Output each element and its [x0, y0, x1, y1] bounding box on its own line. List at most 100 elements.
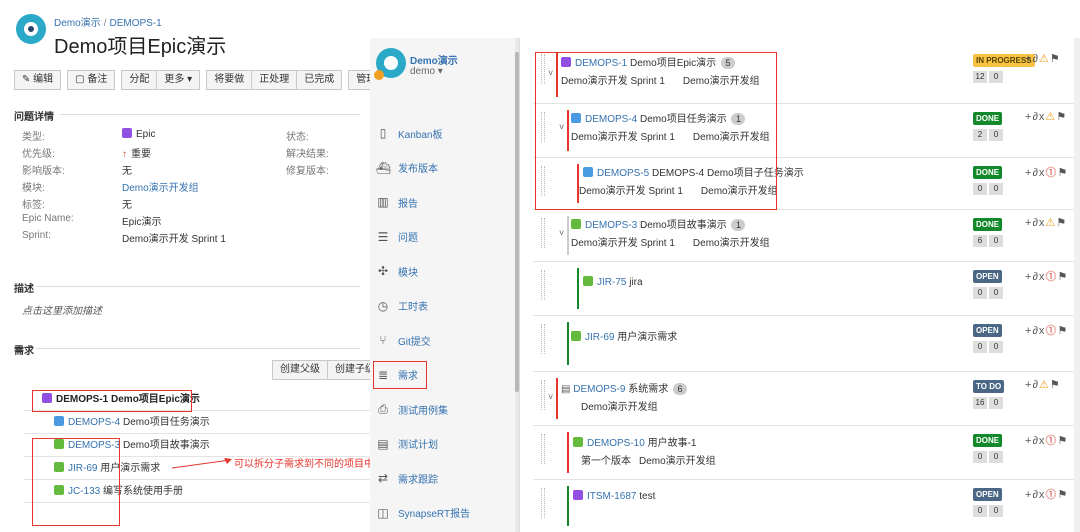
warning-icon[interactable]: ⚠	[1045, 217, 1056, 229]
error-icon[interactable]: ⓵	[1045, 167, 1057, 179]
sidebar-item-label: SynapseRT报告	[398, 509, 471, 521]
flag-icon[interactable]: ⚑	[1057, 167, 1068, 179]
flag-icon[interactable]: ⚑	[1056, 217, 1067, 229]
highlight-box	[32, 390, 192, 412]
count-box: 0	[973, 505, 987, 517]
status-badge: TO DO	[973, 380, 1005, 393]
more-button[interactable]: 更多 ▾	[157, 70, 201, 90]
sidebar-item-timesheet[interactable]: ◷ 工时表	[370, 289, 520, 324]
flag-icon[interactable]: ⚑	[1056, 111, 1067, 123]
drag-handle[interactable]	[541, 270, 545, 300]
sidebar-item-synapsert-reports[interactable]: ◫ SynapseRT报告	[370, 496, 520, 531]
breadcrumb-issue-link[interactable]: DEMOPS-1	[109, 18, 161, 29]
sidebar-item-traceability[interactable]: ⇄ 需求跟踪	[370, 461, 520, 496]
drag-handle[interactable]	[541, 218, 545, 248]
table-row[interactable]: ITSM-1687 test OPEN 00 +∂x⓵⚑	[533, 480, 1078, 532]
sidebar-item-test-plans[interactable]: ▤ 测试计划	[370, 427, 520, 462]
story-icon	[573, 437, 583, 447]
sidebar-item-label: 测试用例集	[398, 405, 448, 417]
issue-key-link[interactable]: DEMOPS-3	[585, 220, 637, 231]
report-icon: ◫	[377, 505, 389, 520]
requirements-toolbar: 创建父级 创建子级	[272, 360, 370, 380]
comment-button[interactable]: ▢ 备注	[67, 70, 116, 90]
detail-row-priority: 优先级: ↑ 重要 解决结果:	[22, 145, 367, 162]
breadcrumb-project-link[interactable]: Demo演示	[54, 18, 101, 29]
done-button[interactable]: 已完成	[297, 70, 343, 90]
flag-icon[interactable]: ⚑	[1057, 325, 1068, 337]
count-box: 0	[989, 397, 1003, 409]
row-actions: +∂⚠⚑	[1025, 378, 1061, 391]
project-avatar[interactable]	[16, 14, 46, 44]
detail-label-status: 状态:	[286, 132, 309, 143]
table-row[interactable]: ˅ DEMOPS-3 Demo项目故事演示 1 Demo演示开发 Sprint …	[533, 210, 1078, 262]
issue-key-link[interactable]: JIR-69	[585, 332, 614, 343]
table-row[interactable]: DEMOPS-10 用户故事-1 第一个版本 Demo演示开发组 DONE 00 …	[533, 426, 1078, 480]
table-row[interactable]: JIR-69 用户演示需求 OPEN 00 +∂x⓵⚑	[533, 316, 1078, 372]
count-box: 0	[973, 451, 987, 463]
flag-icon[interactable]: ⚑	[1050, 379, 1061, 391]
story-icon	[571, 219, 581, 229]
tree-scrollbar[interactable]	[1074, 38, 1080, 532]
list-item[interactable]: DEMOPS-4 Demo项目任务演示	[24, 411, 370, 434]
row-actions: +∂x⓵⚑	[1025, 268, 1068, 284]
hierarchy-bar	[567, 432, 569, 473]
issue-key-link[interactable]: DEMOPS-10	[587, 438, 645, 449]
count-boxes: 00	[973, 505, 1003, 517]
sidebar-project-name[interactable]: Demo演示	[410, 52, 458, 67]
sidebar-item-reports[interactable]: ▥ 报告	[370, 185, 520, 220]
sidebar-item-label: 报告	[398, 198, 418, 210]
warning-icon[interactable]: ⚠	[1039, 379, 1050, 391]
sidebar-item-issues[interactable]: ☰ 问题	[370, 220, 520, 255]
detail-label: 模块:	[22, 183, 45, 194]
sidebar-item-requirements[interactable]: ≣ 需求	[370, 358, 520, 393]
issue-toolbar: ✎ 编辑 ▢ 备注 分配 更多 ▾ 将要做 正处理 已完成 管理 ▾	[14, 70, 370, 90]
drag-handle[interactable]	[541, 434, 545, 464]
error-icon[interactable]: ⓵	[1045, 489, 1057, 501]
todo-button[interactable]: 将要做	[206, 70, 253, 90]
issue-key-link[interactable]: DEMOPS-9	[573, 384, 625, 395]
issue-key-link[interactable]: JIR-75	[597, 277, 626, 288]
scrollbar-thumb[interactable]	[515, 52, 519, 392]
highlight-box	[373, 360, 427, 389]
chart-icon: ▥	[377, 195, 389, 210]
sidebar-item-test-suites[interactable]: ⎙ 测试用例集	[370, 392, 520, 427]
chevron-down-icon[interactable]: ˅	[559, 228, 564, 238]
error-icon[interactable]: ⓵	[1045, 271, 1057, 283]
req-key-link[interactable]: DEMOPS-4	[68, 417, 120, 428]
flag-icon[interactable]: ⚑	[1050, 53, 1061, 65]
detail-row-affects-version: 影响版本: 无 修复版本:	[22, 162, 367, 179]
manage-button[interactable]: 管理 ▾	[348, 70, 370, 90]
create-parent-button[interactable]: 创建父级	[272, 360, 328, 380]
detail-row-type: 类型: Epic 状态:	[22, 128, 367, 145]
sidebar-item-kanban[interactable]: ▯ Kanban板	[370, 116, 520, 151]
drag-handle[interactable]	[541, 380, 545, 410]
drag-handle[interactable]	[541, 324, 545, 354]
error-icon[interactable]: ⓵	[1045, 435, 1057, 447]
warning-icon[interactable]: ⚠	[1045, 111, 1056, 123]
warning-icon[interactable]: ⚠	[1039, 53, 1050, 65]
flag-icon[interactable]: ⚑	[1057, 489, 1068, 501]
edit-button[interactable]: ✎ 编辑	[14, 70, 62, 90]
error-icon[interactable]: ⓵	[1045, 325, 1057, 337]
requirements-section-title: 需求	[14, 346, 34, 357]
assign-button[interactable]: 分配	[121, 70, 158, 90]
issue-key-link[interactable]: ITSM-1687	[587, 491, 636, 502]
story-icon	[571, 331, 581, 341]
issue-detail-pane: Demo演示 / DEMOPS-1 Demo项目Epic演示 ✎ 编辑 ▢ 备注 分…	[0, 0, 370, 532]
sidebar-scrollbar[interactable]	[515, 38, 519, 532]
flag-icon[interactable]: ⚑	[1057, 435, 1068, 447]
sidebar-project-key[interactable]: demo ▾	[410, 66, 443, 77]
sidebar-item-git[interactable]: ⑂ Git提交	[370, 323, 520, 358]
sidebar-item-releases[interactable]: ⛴ 发布版本	[370, 151, 520, 186]
drag-handle[interactable]	[541, 488, 545, 518]
table-row[interactable]: JIR-75 jira OPEN 00 +∂x⓵⚑	[533, 262, 1078, 316]
chevron-down-icon[interactable]: ˅	[548, 392, 553, 402]
in-progress-button[interactable]: 正处理	[252, 70, 298, 90]
create-child-button[interactable]: 创建子级	[328, 360, 370, 380]
description-placeholder[interactable]: 点击这里添加描述	[22, 302, 102, 317]
table-row[interactable]: ˅ ▤ DEMOPS-9 系统需求 6 Demo演示开发组 TO DO 16 0 …	[533, 372, 1078, 426]
hierarchy-bar	[567, 322, 569, 365]
component-link[interactable]: Demo演示开发组	[122, 179, 199, 194]
flag-icon[interactable]: ⚑	[1057, 271, 1068, 283]
sidebar-item-components[interactable]: ✣ 模块	[370, 254, 520, 289]
